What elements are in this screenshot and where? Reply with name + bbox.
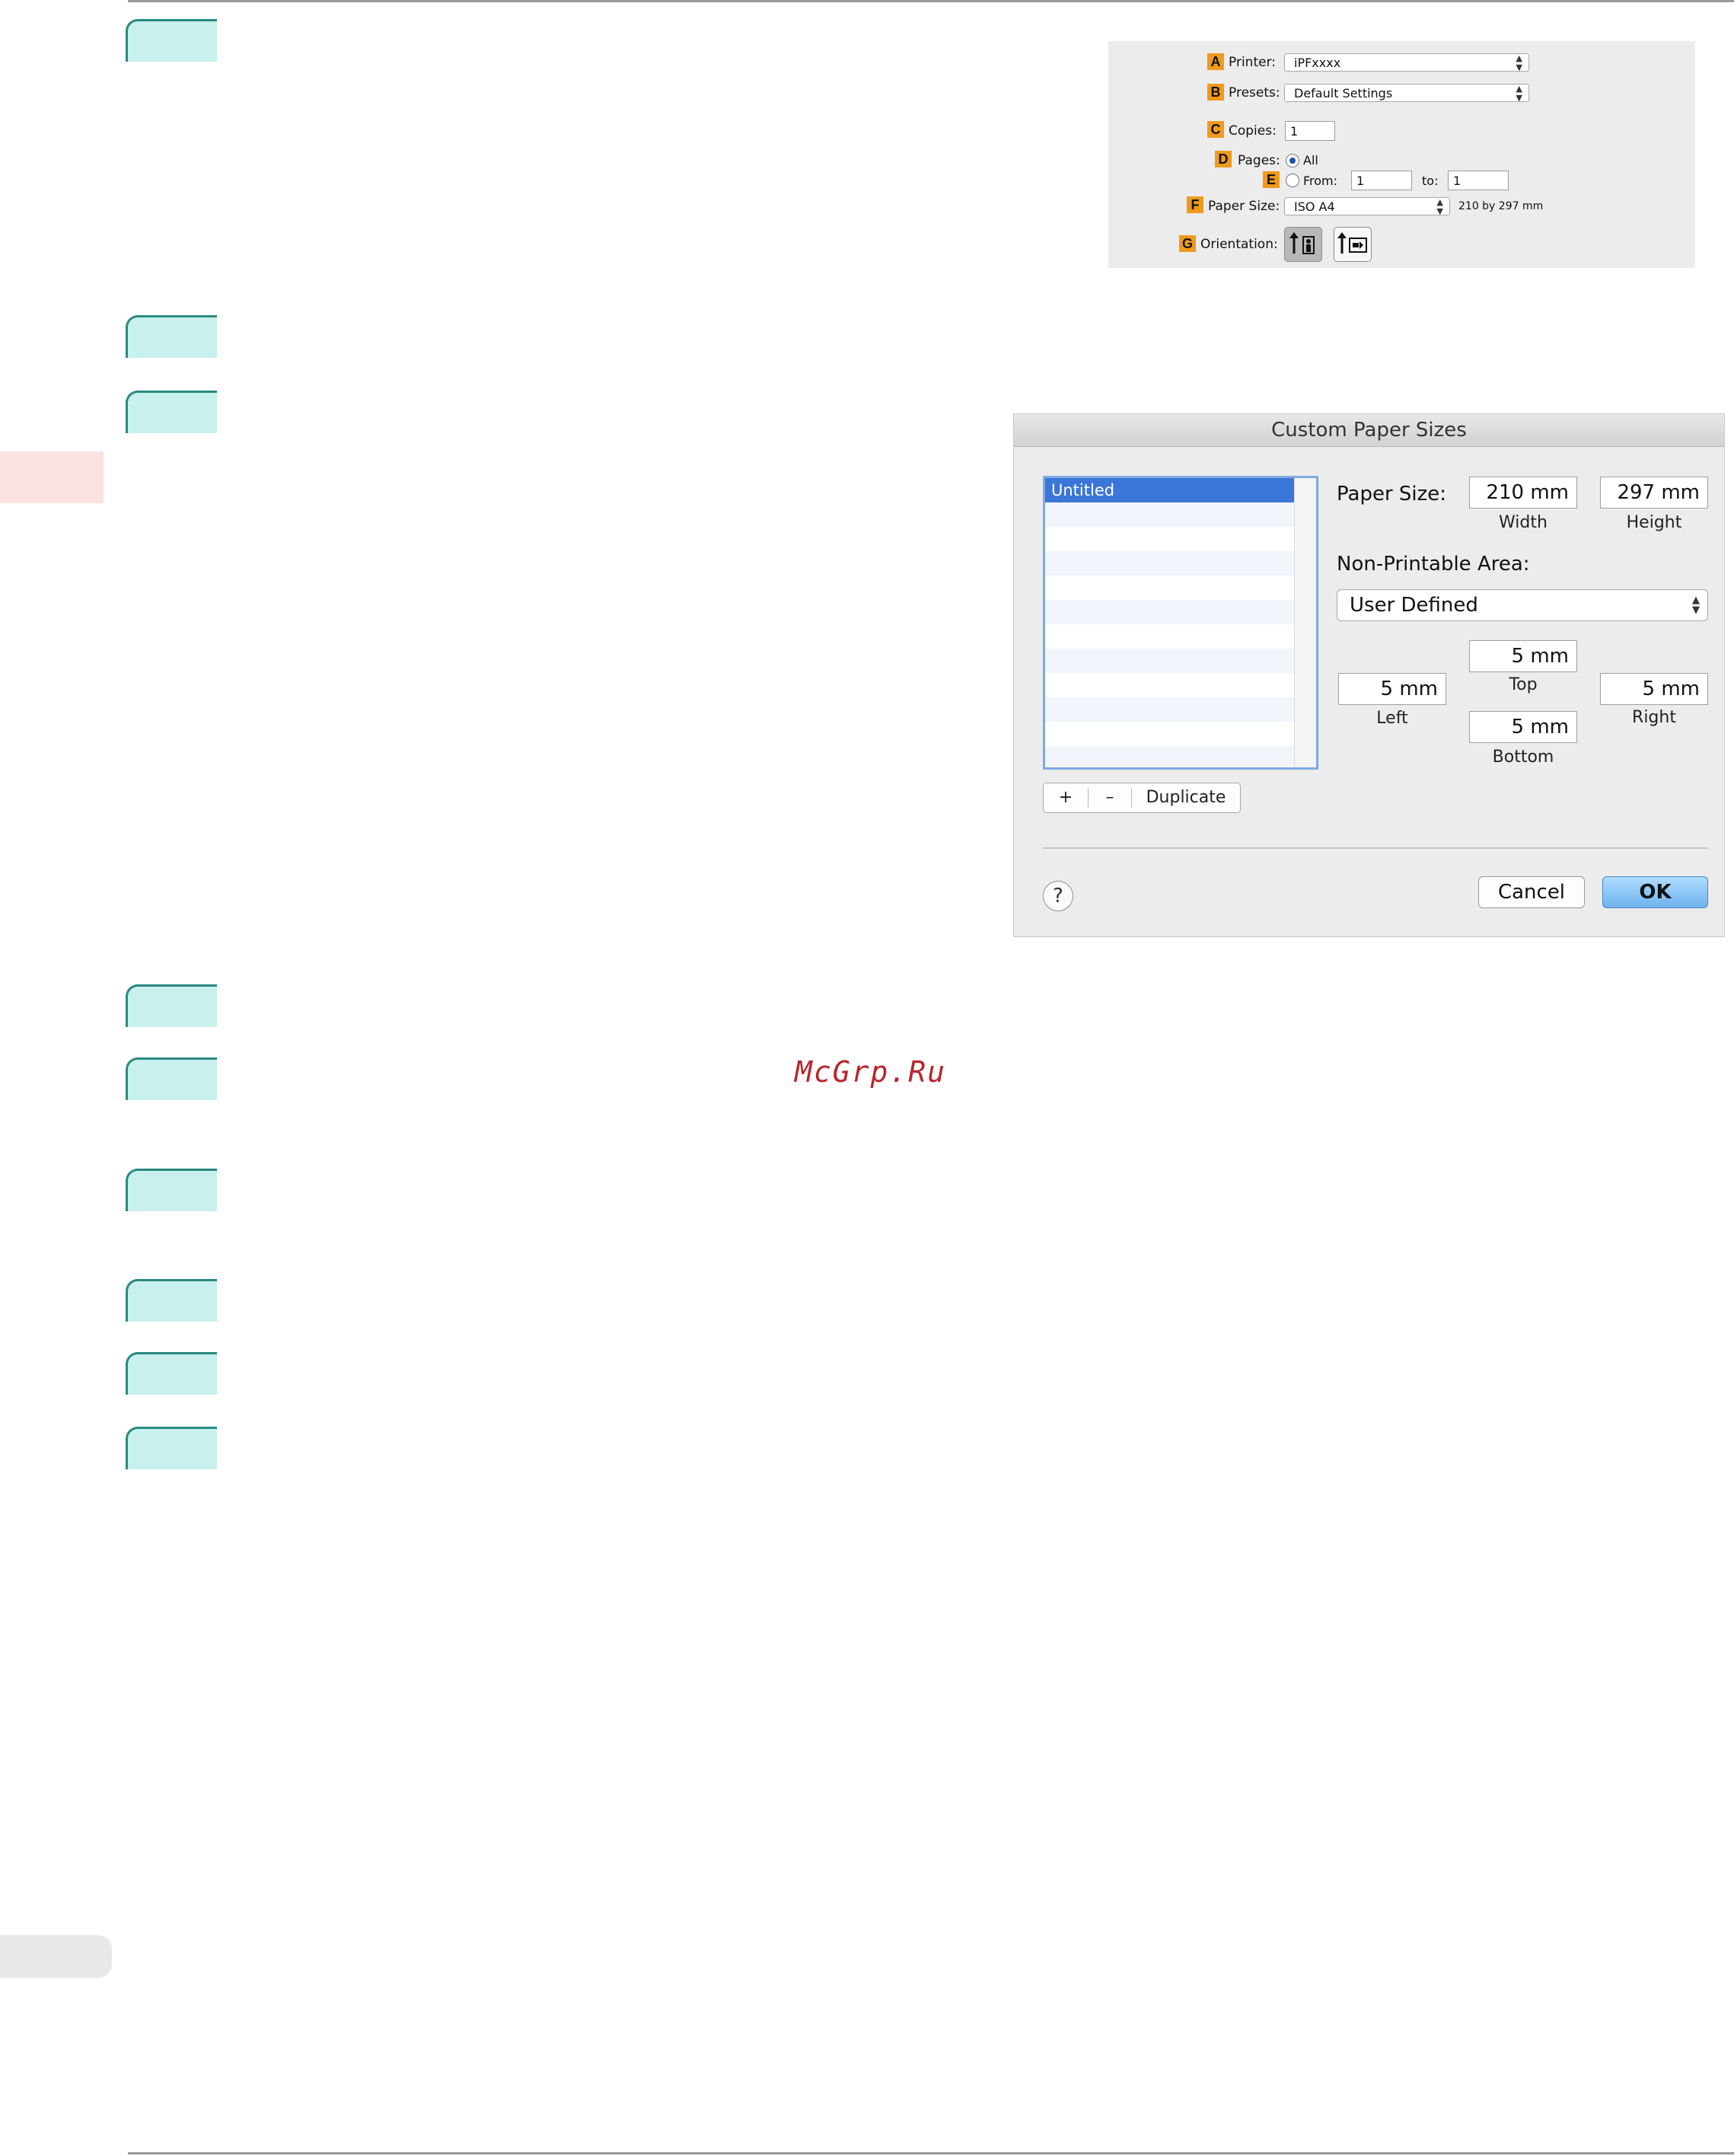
badge-d: D xyxy=(1215,151,1232,167)
print-dialog-panel: A Printer: iPFxxxx ▲ ▼ B Presets: Default… xyxy=(1108,41,1695,268)
list-button-bar: + – Duplicate xyxy=(1043,783,1241,813)
badge-a: A xyxy=(1207,53,1224,70)
dialog-separator xyxy=(1043,847,1708,849)
select-arrows-icon: ▲ ▼ xyxy=(1516,84,1522,103)
printer-select[interactable]: iPFxxxx ▲ ▼ xyxy=(1284,53,1529,72)
select-arrows-icon: ▲ ▼ xyxy=(1692,595,1700,616)
step-tab-7 xyxy=(126,1279,217,1322)
list-scrollbar[interactable] xyxy=(1294,478,1316,767)
list-item-empty xyxy=(1045,649,1316,673)
list-item-empty xyxy=(1045,600,1316,624)
list-item-empty xyxy=(1045,673,1316,697)
pages-all-label: All xyxy=(1303,153,1318,167)
pages-label: Pages: xyxy=(1238,153,1280,168)
custom-paper-sizes-dialog: Custom Paper Sizes Untitled + – Duplicat… xyxy=(1013,413,1725,937)
badge-c: C xyxy=(1207,121,1224,138)
top-margin-label: Top xyxy=(1509,675,1538,694)
list-item-empty xyxy=(1045,697,1316,722)
step-tab-5 xyxy=(126,1057,217,1100)
orientation-label: Orientation: xyxy=(1200,237,1278,252)
list-item-empty xyxy=(1045,551,1316,576)
bottom-margin-field[interactable]: 5 mm xyxy=(1469,711,1577,743)
list-item-empty xyxy=(1045,527,1316,551)
bottom-rule xyxy=(128,2152,1734,2154)
step-tab-9 xyxy=(126,1427,217,1469)
badge-b: B xyxy=(1207,84,1224,100)
ok-button[interactable]: OK xyxy=(1602,876,1708,908)
step-tab-3 xyxy=(126,391,217,433)
height-field[interactable]: 297 mm xyxy=(1600,477,1708,509)
select-arrows-icon: ▲ ▼ xyxy=(1436,197,1443,216)
left-margin-label: Left xyxy=(1376,709,1408,728)
copies-input[interactable]: 1 xyxy=(1285,121,1335,141)
list-item[interactable]: Untitled xyxy=(1045,478,1316,502)
width-label: Width xyxy=(1499,513,1548,532)
add-button[interactable]: + xyxy=(1044,783,1088,812)
left-margin-field[interactable]: 5 mm xyxy=(1338,673,1446,705)
help-button[interactable]: ? xyxy=(1043,881,1073,911)
list-item-empty xyxy=(1045,746,1316,767)
non-printable-area-select[interactable]: User Defined ▲ ▼ xyxy=(1337,589,1708,621)
height-label: Height xyxy=(1626,513,1682,532)
width-field[interactable]: 210 mm xyxy=(1469,477,1577,509)
badge-f: F xyxy=(1187,196,1203,213)
printer-value: iPFxxxx xyxy=(1294,56,1341,70)
cancel-button[interactable]: Cancel xyxy=(1478,876,1585,908)
select-arrows-icon: ▲ ▼ xyxy=(1516,53,1522,72)
landscape-icon xyxy=(1337,232,1367,254)
presets-select[interactable]: Default Settings ▲ ▼ xyxy=(1284,84,1529,103)
list-item-empty xyxy=(1045,722,1316,746)
step-tab-1 xyxy=(126,19,217,62)
page-number-tab xyxy=(0,1935,112,1978)
paper-size-list[interactable]: Untitled xyxy=(1043,476,1318,770)
pages-range-radio[interactable] xyxy=(1286,174,1299,187)
presets-label: Presets: xyxy=(1229,85,1280,100)
top-margin-field[interactable]: 5 mm xyxy=(1469,640,1577,672)
to-input[interactable]: 1 xyxy=(1448,171,1509,190)
paper-size-label: Paper Size: xyxy=(1208,199,1280,214)
orientation-portrait-button[interactable] xyxy=(1284,227,1322,262)
top-rule xyxy=(128,0,1734,2)
from-label: From: xyxy=(1303,174,1338,188)
from-input[interactable]: 1 xyxy=(1351,171,1412,190)
badge-g: G xyxy=(1179,235,1196,252)
copies-label: Copies: xyxy=(1229,123,1277,139)
paper-size-select[interactable]: ISO A4 ▲ ▼ xyxy=(1284,197,1450,216)
step-tab-8 xyxy=(126,1352,217,1395)
step-tab-6 xyxy=(126,1169,217,1211)
chapter-side-tab xyxy=(0,451,104,503)
duplicate-button[interactable]: Duplicate xyxy=(1132,783,1240,812)
to-label: to: xyxy=(1422,174,1439,188)
step-tab-2 xyxy=(126,315,217,358)
right-margin-field[interactable]: 5 mm xyxy=(1600,673,1708,705)
pages-all-radio[interactable] xyxy=(1286,154,1299,167)
list-item-empty xyxy=(1045,624,1316,649)
step-tab-4 xyxy=(126,984,217,1027)
portrait-icon xyxy=(1289,232,1315,254)
dialog-title: Custom Paper Sizes xyxy=(1014,414,1724,447)
list-item-empty xyxy=(1045,502,1316,527)
remove-button[interactable]: – xyxy=(1089,783,1131,812)
non-printable-area-label: Non-Printable Area: xyxy=(1337,553,1530,576)
presets-value: Default Settings xyxy=(1294,86,1393,100)
badge-e: E xyxy=(1263,171,1280,188)
watermark: McGrp.Ru xyxy=(795,1055,947,1089)
paper-size-label: Paper Size: xyxy=(1337,483,1447,506)
bottom-margin-label: Bottom xyxy=(1492,748,1554,767)
printer-label: Printer: xyxy=(1229,55,1276,70)
paper-size-value: ISO A4 xyxy=(1294,199,1335,214)
right-margin-label: Right xyxy=(1632,708,1676,727)
paper-dimensions: 210 by 297 mm xyxy=(1458,200,1544,212)
orientation-landscape-button[interactable] xyxy=(1334,227,1372,262)
non-printable-area-value: User Defined xyxy=(1350,594,1478,617)
list-item-empty xyxy=(1045,576,1316,600)
